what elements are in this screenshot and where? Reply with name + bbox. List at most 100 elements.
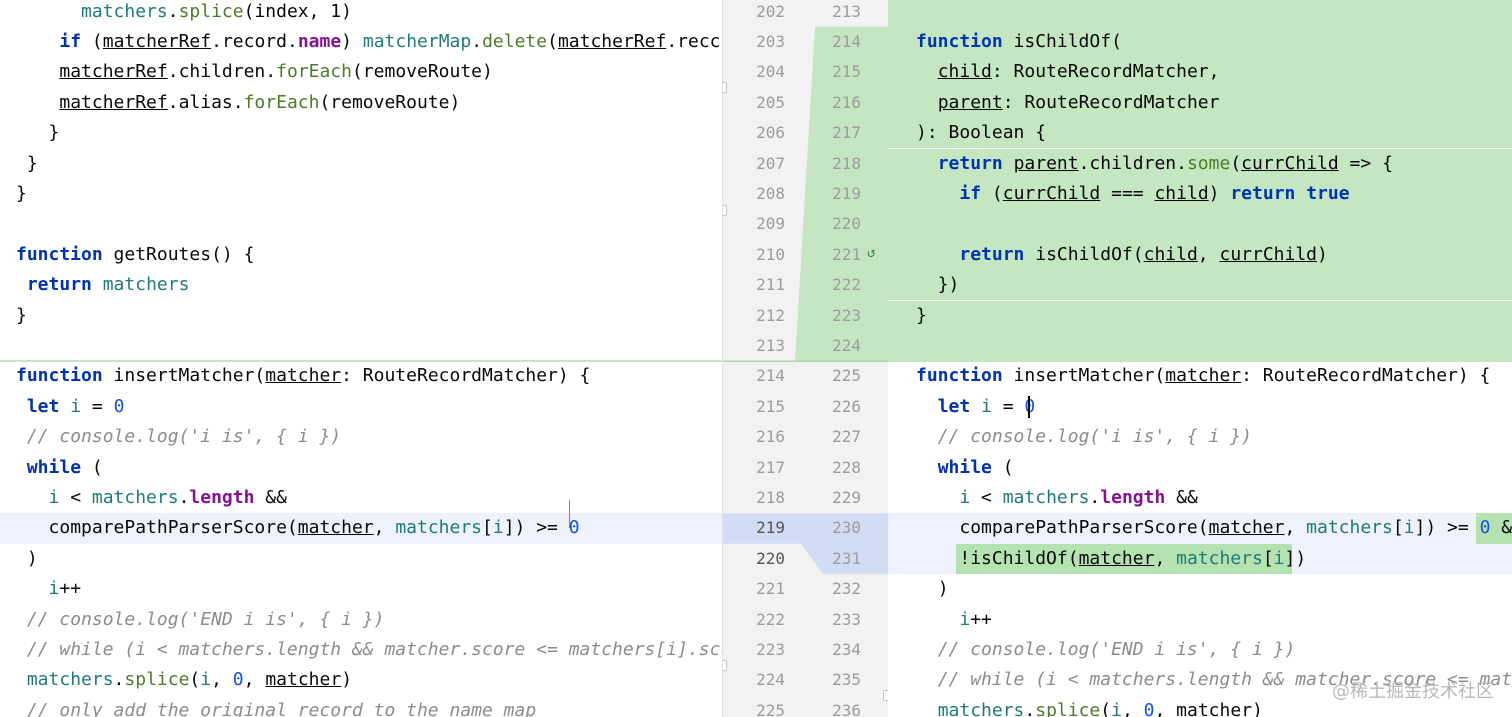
code-token: .children. — [167, 61, 277, 83]
right-code-line[interactable]: i < matchers.length && — [888, 483, 1512, 513]
code-token: 0 — [232, 669, 244, 691]
fold-marker-icon[interactable] — [723, 82, 727, 93]
right-code-line[interactable]: ) — [888, 574, 1512, 604]
code-text: function isChildOf( — [916, 27, 1122, 57]
code-token: while — [937, 456, 992, 478]
left-code-line[interactable]: i++ — [0, 574, 722, 604]
left-line-number: 220 — [756, 548, 785, 568]
left-code-line[interactable]: } — [0, 149, 722, 179]
left-code-line[interactable]: } — [0, 179, 722, 209]
right-code-line[interactable] — [888, 330, 1512, 362]
right-code-line[interactable]: let i = 0 — [888, 392, 1512, 422]
left-code-line[interactable]: return matchers — [0, 270, 722, 300]
right-code-line[interactable]: !isChildOf(matcher, matchers[i]) — [888, 544, 1512, 574]
code-token: .alias. — [167, 91, 244, 113]
code-token: . — [1089, 486, 1101, 508]
left-code-line[interactable]: } — [0, 118, 722, 148]
code-token: forEach — [243, 91, 320, 113]
right-code-line[interactable] — [888, 0, 1512, 27]
code-token: !isChildOf( — [959, 547, 1079, 569]
fold-marker-icon[interactable] — [723, 205, 727, 216]
code-token: . — [471, 30, 483, 52]
left-code-line[interactable]: function getRoutes() { — [0, 240, 722, 270]
right-code-line[interactable]: // console.log('END i is', { i }) — [888, 635, 1512, 665]
right-code-line[interactable]: ): Boolean { — [888, 118, 1512, 149]
left-code-line[interactable]: i < matchers.length && — [0, 483, 722, 513]
right-line-number: 229 — [832, 487, 861, 507]
code-text: if (currChild === child) return true — [916, 179, 1349, 209]
code-token: [ — [482, 517, 493, 539]
left-code-line[interactable]: matchers.splice(i, 0, matcher) — [0, 665, 722, 695]
code-token: = — [81, 395, 114, 417]
fold-marker-icon[interactable] — [723, 660, 727, 671]
left-code-line[interactable]: // console.log('END i is', { i }) — [0, 605, 722, 635]
left-code-line[interactable]: function insertMatcher(matcher: RouteRec… — [0, 361, 722, 391]
code-text: // console.log('i is', { i }) — [16, 422, 341, 452]
code-token: .recc — [666, 30, 721, 52]
code-token: } — [16, 304, 27, 326]
right-code-line[interactable]: i++ — [888, 605, 1512, 635]
code-token: length — [189, 486, 255, 508]
left-code-line[interactable]: while ( — [0, 453, 722, 483]
right-editor-pane[interactable]: function isChildOf( child: RouteRecordMa… — [888, 0, 1512, 717]
code-token: i — [70, 395, 82, 417]
left-code-line[interactable]: // console.log('i is', { i }) — [0, 422, 722, 452]
code-token: isChildOf( — [1002, 30, 1122, 52]
right-code-line[interactable]: } — [888, 300, 1512, 331]
code-text: let i = 0 — [916, 392, 1036, 422]
code-token: function — [916, 30, 1003, 52]
code-token: splice — [124, 669, 190, 691]
right-line-number: 236 — [832, 700, 861, 717]
left-code-line[interactable] — [0, 331, 722, 361]
code-token: forEach — [276, 61, 352, 83]
left-code-line[interactable]: matcherRef.children.forEach(removeRoute) — [0, 57, 722, 87]
code-token: isChildOf( — [1024, 243, 1144, 265]
right-code-line[interactable]: // console.log('i is', { i }) — [888, 422, 1512, 452]
right-line-number: 235 — [832, 670, 861, 690]
recursion-gutter-icon[interactable]: ↺ — [867, 245, 875, 261]
code-token: child — [1154, 182, 1209, 204]
left-code-line[interactable]: if (matcherRef.record.name) matcherMap.d… — [0, 27, 722, 57]
right-code-line[interactable] — [888, 209, 1512, 240]
left-code-line[interactable]: matchers.splice(index, 1) — [0, 0, 722, 27]
right-code-line[interactable]: return isChildOf(child, currChild) — [888, 239, 1512, 271]
right-code-line[interactable]: parent: RouteRecordMatcher — [888, 87, 1512, 119]
left-code-line[interactable]: // while (i < matchers.length && matcher… — [0, 635, 722, 665]
left-editor-pane[interactable]: matchers.splice(index, 1) if (matcherRef… — [0, 0, 722, 717]
code-text: ) — [916, 574, 949, 604]
left-code-line[interactable]: matcherRef.alias.forEach(removeRoute) — [0, 88, 722, 118]
code-token: (index, 1) — [243, 0, 352, 22]
right-code-line[interactable]: if (currChild === child) return true — [888, 178, 1512, 210]
code-token: ( — [81, 30, 103, 52]
code-token: name — [297, 30, 342, 52]
left-line-number: 203 — [756, 31, 785, 51]
code-text: child: RouteRecordMatcher, — [916, 57, 1220, 87]
left-code-line[interactable]: comparePathParserScore(matcher, matchers… — [0, 513, 722, 544]
left-code-line[interactable] — [0, 209, 722, 239]
left-code-line[interactable]: // only add the original record to the n… — [0, 696, 722, 717]
right-code-line[interactable]: comparePathParserScore(matcher, matchers… — [888, 513, 1512, 543]
right-code-line[interactable]: function insertMatcher(matcher: RouteRec… — [888, 361, 1512, 391]
right-code-line[interactable]: function isChildOf( — [888, 26, 1512, 58]
code-token: . — [167, 0, 179, 22]
code-token: i — [1273, 547, 1285, 569]
code-token: i — [959, 486, 971, 508]
left-code-line[interactable]: ) — [0, 544, 722, 574]
right-code-line[interactable]: return parent.children.some(currChild =>… — [888, 148, 1512, 179]
code-token: matchers — [102, 274, 190, 296]
left-code-line[interactable]: } — [0, 301, 722, 331]
right-code-line[interactable]: }) — [888, 270, 1512, 301]
code-token: , — [373, 517, 396, 539]
code-text: // console.log('END i is', { i }) — [916, 635, 1296, 665]
code-token: matchers — [26, 669, 114, 691]
right-code-line[interactable]: while ( — [888, 453, 1512, 483]
left-code-line[interactable]: let i = 0 — [0, 392, 722, 422]
right-code-line[interactable]: child: RouteRecordMatcher, — [888, 57, 1512, 88]
code-token: matcherMap — [362, 30, 472, 52]
code-token: some — [1186, 152, 1231, 174]
right-line-number: 228 — [832, 457, 861, 477]
right-line-number: 230 — [832, 518, 861, 538]
